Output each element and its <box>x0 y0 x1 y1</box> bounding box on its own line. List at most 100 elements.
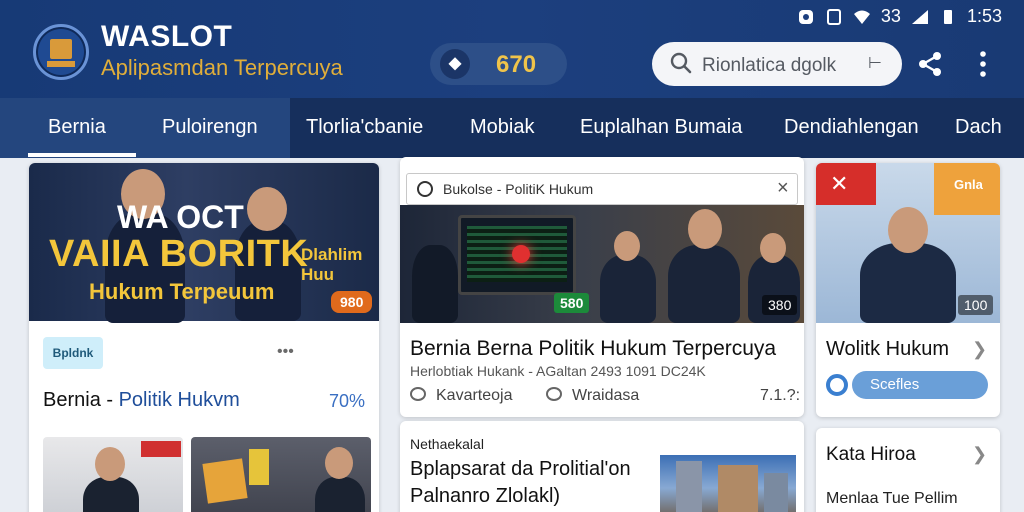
source-popup[interactable]: Bukolse - PolitiK Hukum × <box>406 173 798 205</box>
side-article-image: Gnla ✕ 100 <box>816 163 1000 323</box>
hero-subheadline: Hukum Terpeuum <box>89 279 275 304</box>
chevron-right-icon[interactable]: ❯ <box>972 444 987 465</box>
presenter-figure <box>860 243 956 323</box>
card-title-line: Palnanro Zlolakl) <box>410 485 561 507</box>
alert-dot <box>512 245 530 263</box>
tab-dendiahlengan[interactable]: Dendiahlengan <box>784 116 919 139</box>
search-placeholder: Rionlatica dgolk <box>702 55 837 76</box>
chevron-right-icon[interactable]: ❯ <box>972 339 987 360</box>
settings-pill-button[interactable]: Scefles <box>852 371 988 399</box>
card-kicker: Nethaekalal <box>410 436 484 452</box>
app-header: WASLOT Aplipasmdan Terpercuya 33 1:53 ◆ … <box>0 0 1024 98</box>
coin-value: 670 <box>496 51 537 78</box>
presenter-head <box>247 187 287 231</box>
view-count-badge: 580 <box>554 293 590 313</box>
news-card-main[interactable]: 580 380 Bukolse - PolitiK Hukum × Bernia… <box>400 157 804 417</box>
card-title-category: Bernia <box>43 389 101 411</box>
percent-label: 70% <box>329 391 366 411</box>
source-logo: Bpldnk <box>43 337 103 369</box>
presenter-figure <box>668 245 740 323</box>
status-time: 1:53 <box>966 6 1002 26</box>
wifi-icon <box>853 10 870 24</box>
card-title: Kata Hiroa <box>826 444 916 465</box>
card-title-separator: - <box>106 389 119 411</box>
card-title-topic: Politik Hukvm <box>118 389 240 411</box>
card-subtitle: Menlaa Tue Pellim <box>826 490 958 507</box>
thumbnail-image[interactable] <box>191 437 371 512</box>
reaction-count: 7.1.?: <box>760 387 801 404</box>
building-graphic <box>718 465 758 512</box>
coin-balance[interactable]: ◆ 670 <box>430 43 567 85</box>
notification-icon <box>798 9 813 24</box>
search-input[interactable]: Rionlatica dgolk ⊢ <box>652 42 902 86</box>
tab-bernia[interactable]: Bernia <box>48 116 106 139</box>
share-action-button[interactable]: Wraidasa <box>546 387 639 405</box>
search-icon <box>670 52 692 74</box>
article-image <box>400 205 804 323</box>
news-card-side[interactable]: Gnla ✕ 100 Wolitk Hukum ❯ Scefles <box>816 163 1000 417</box>
card-title: Bernia - Politik Hukvm <box>43 389 240 412</box>
thumbnail-logo <box>141 441 181 457</box>
close-icon[interactable]: ✕ <box>830 171 848 197</box>
status-bar: 33 1:53 <box>797 6 1002 27</box>
presenter-figure <box>412 245 458 323</box>
building-graphic <box>676 461 702 512</box>
tab-dach[interactable]: Dach <box>955 116 1002 139</box>
news-card-secondary[interactable]: Nethaekalal Bplapsarat da Prolitial'on P… <box>400 421 804 512</box>
tab-puloirengn[interactable]: Puloirengn <box>162 116 258 139</box>
share-icon[interactable] <box>916 50 944 78</box>
card-title-line: Bplapsarat da Prolitial'on <box>410 458 631 480</box>
thumbnail-figure <box>83 477 139 512</box>
close-icon[interactable]: × <box>777 177 789 200</box>
article-meta: Herlobtiak Hukank - AGaltan 2493 1091 DC… <box>410 363 706 379</box>
share-icon <box>546 387 562 401</box>
thumbnail-figure <box>315 477 365 512</box>
article-title: Bernia Berna Politik Hukum Terpercuya <box>410 337 777 360</box>
app-title: WASLOT <box>101 20 233 53</box>
card-title: Wolitk Hukum <box>826 338 949 360</box>
signal-text: 33 <box>880 6 901 26</box>
hero-headline-top: WA OCT <box>117 199 244 235</box>
tab-mobiak[interactable]: Mobiak <box>470 116 534 139</box>
popup-title: Bukolse - PolitiK Hukum <box>443 181 594 197</box>
app-logo[interactable] <box>33 24 89 80</box>
globe-icon <box>417 181 433 197</box>
sim-icon <box>826 8 841 25</box>
hero-side-text: Dlahlim Huu <box>301 245 363 284</box>
thumbnail-image[interactable] <box>43 437 183 512</box>
duration-badge: 100 <box>958 295 994 315</box>
more-horizontal-icon[interactable]: ••• <box>277 343 294 361</box>
more-vertical-icon[interactable] <box>976 50 990 78</box>
thumbnail-head <box>95 447 125 481</box>
presenter-head <box>760 233 786 263</box>
city-thumbnail <box>660 455 796 512</box>
signal-icon <box>911 9 928 24</box>
battery-icon <box>943 9 952 24</box>
thumbnail-sign <box>202 458 248 504</box>
category-tabs: Bernia Puloirengn Tlorlia'cbanie Mobiak … <box>0 98 1024 158</box>
thumbnail-head <box>325 447 353 479</box>
presenter-head <box>614 231 640 261</box>
banner-label: Gnla <box>954 177 983 192</box>
tab-active-indicator <box>28 153 136 157</box>
featured-image: WA OCT VAIIA BORITK Hukum Terpeuum Dlahl… <box>29 163 379 323</box>
building-graphic <box>764 473 788 512</box>
presenter-head <box>688 209 722 249</box>
filter-icon[interactable]: ⊢ <box>868 53 882 73</box>
comment-label: Kavarteoja <box>436 387 513 404</box>
news-card-small[interactable]: Kata Hiroa ❯ Menlaa Tue Pellim <box>816 428 1000 512</box>
duration-badge: 380 <box>762 295 798 315</box>
view-count-badge: 980 <box>331 291 373 313</box>
share-label: Wraidasa <box>572 387 640 404</box>
gear-icon[interactable] <box>826 374 848 396</box>
comment-button[interactable]: Kavarteoja <box>410 387 513 405</box>
app-subtitle: Aplipasmdan Terpercuya <box>101 55 343 80</box>
presenter-head <box>888 207 928 253</box>
hero-headline: VAIIA BORITK <box>49 233 309 275</box>
shield-icon: ◆ <box>440 49 470 79</box>
thumbnail-sign <box>249 449 269 485</box>
news-card-featured[interactable]: WA OCT VAIIA BORITK Hukum Terpeuum Dlahl… <box>29 163 379 512</box>
tab-euplalhan-bumaia[interactable]: Euplalhan Bumaia <box>580 116 742 139</box>
comment-icon <box>410 387 426 401</box>
tab-tlorliacbanie[interactable]: Tlorlia'cbanie <box>306 116 423 139</box>
